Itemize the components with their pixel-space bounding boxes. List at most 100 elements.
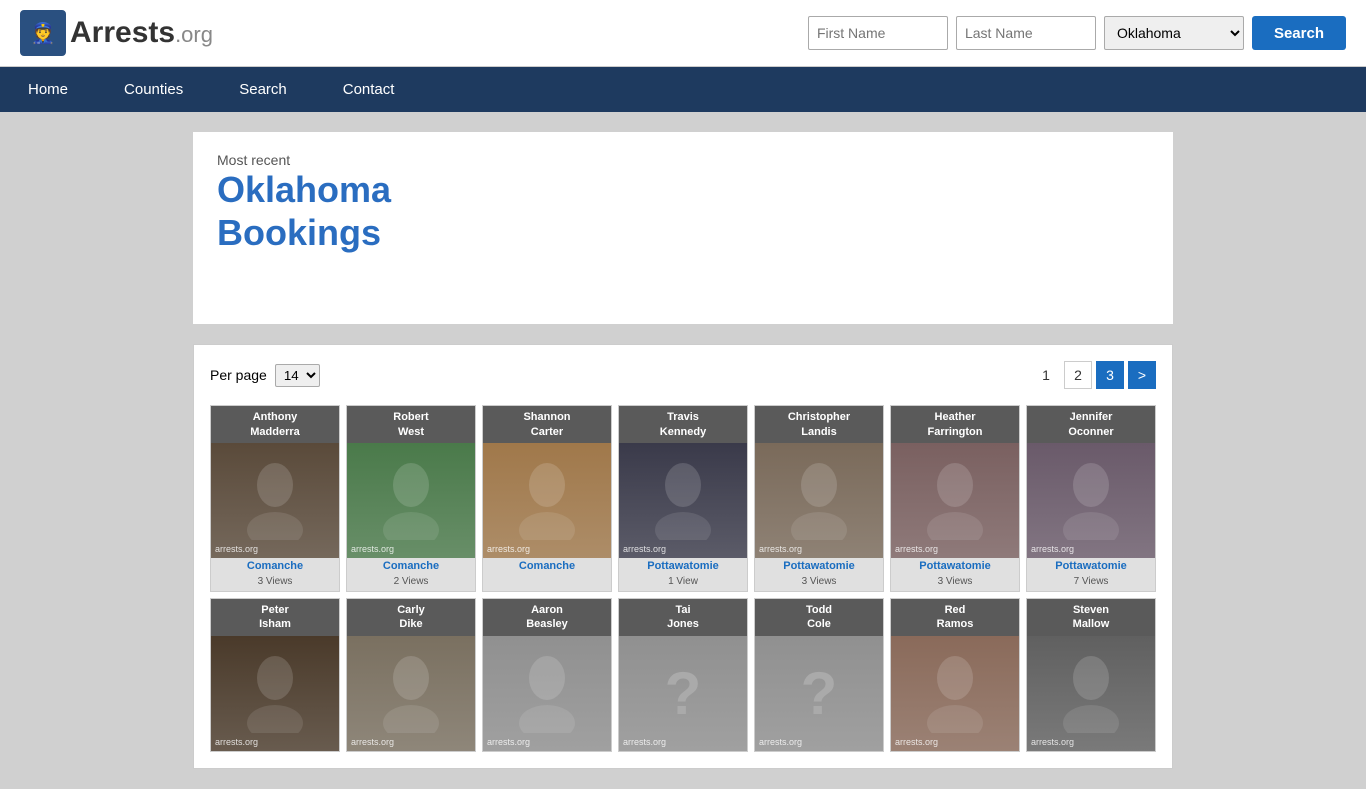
unknown-silhouette-icon: ? — [801, 659, 838, 728]
watermark-text: arrests.org — [351, 544, 394, 554]
person-silhouette-icon — [789, 460, 849, 540]
title-line2: Bookings — [217, 212, 381, 253]
logo-arrests: Arrests — [70, 16, 175, 49]
mugshot-card[interactable]: Todd Cole?arrests.org — [754, 598, 884, 752]
person-silhouette-icon — [245, 653, 305, 733]
page-title: Oklahoma Bookings — [217, 168, 1149, 254]
per-page-select[interactable]: 14 28 — [275, 364, 320, 387]
header: 👮 Arrests.org AlabamaAlaskaArizonaArkans… — [0, 0, 1366, 67]
page-1-label[interactable]: 1 — [1032, 361, 1060, 389]
mugshot-card[interactable]: Steven Mallow arrests.org — [1026, 598, 1156, 752]
per-page-label: Per page — [210, 367, 267, 383]
mugshot-county[interactable]: Pottawatomie — [781, 558, 857, 574]
watermark-text: arrests.org — [1031, 544, 1074, 554]
watermark-text: arrests.org — [895, 737, 938, 747]
watermark-text: arrests.org — [1031, 737, 1074, 747]
mugshot-card[interactable]: Aaron Beasley arrests.org — [482, 598, 612, 752]
watermark-text: arrests.org — [215, 737, 258, 747]
person-silhouette-icon — [517, 653, 577, 733]
person-silhouette-icon — [381, 460, 441, 540]
mugshot-name-top: Todd Cole — [755, 599, 883, 636]
mugshot-name-top: Christopher Landis — [755, 406, 883, 443]
watermark-text: arrests.org — [487, 737, 530, 747]
mugshot-card[interactable]: Peter Isham arrests.org — [210, 598, 340, 752]
mugshot-card[interactable]: Robert West arrests.org Comanche2 Views — [346, 405, 476, 592]
nav-counties[interactable]: Counties — [96, 67, 211, 112]
mugshot-county[interactable]: Pottawatomie — [1053, 558, 1129, 574]
page-2-link[interactable]: 2 — [1064, 361, 1092, 389]
mugshot-name-top: Aaron Beasley — [483, 599, 611, 636]
state-select[interactable]: AlabamaAlaskaArizonaArkansasCaliforniaCo… — [1104, 16, 1244, 50]
mugshot-card[interactable]: Heather Farrington arrests.org Pottawatom… — [890, 405, 1020, 592]
mugshot-photo: arrests.org — [347, 636, 475, 751]
mugshot-county[interactable]: Comanche — [381, 558, 441, 574]
mugshot-photo: arrests.org — [347, 443, 475, 558]
mugshot-card[interactable]: Carly Dike arrests.org — [346, 598, 476, 752]
mugshot-photo: arrests.org — [891, 636, 1019, 751]
watermark-text: arrests.org — [623, 544, 666, 554]
nav-search[interactable]: Search — [211, 67, 315, 112]
mugshot-card[interactable]: Christopher Landis arrests.org Pottawatom… — [754, 405, 884, 592]
person-silhouette-icon — [245, 460, 305, 540]
mugshot-card[interactable]: Shannon Carter arrests.orgComanche — [482, 405, 612, 592]
person-silhouette-icon — [925, 653, 985, 733]
mugshot-county[interactable]: Pottawatomie — [645, 558, 721, 574]
most-recent-label: Most recent — [217, 152, 1149, 168]
mugshot-photo: arrests.org — [619, 443, 747, 558]
logo[interactable]: 👮 Arrests.org — [20, 10, 213, 56]
title-section: Most recent Oklahoma Bookings — [193, 132, 1173, 324]
search-button[interactable]: Search — [1252, 16, 1346, 50]
mugshot-county[interactable]: Pottawatomie — [917, 558, 993, 574]
mugshot-card[interactable]: Travis Kennedy arrests.orgPottawatomie1 … — [618, 405, 748, 592]
last-name-input[interactable] — [956, 16, 1096, 50]
nav-home[interactable]: Home — [0, 67, 96, 112]
mugshot-name-top: Red Ramos — [891, 599, 1019, 636]
mugshot-photo: arrests.org — [891, 443, 1019, 558]
mugshot-card[interactable]: Red Ramos arrests.org — [890, 598, 1020, 752]
page-3-link[interactable]: 3 — [1096, 361, 1124, 389]
watermark-text: arrests.org — [487, 544, 530, 554]
mugshot-card[interactable]: Jennifer Oconner arrests.org Pottawatomie… — [1026, 405, 1156, 592]
watermark-text: arrests.org — [759, 544, 802, 554]
mugshot-card[interactable]: Tai Jones?arrests.org — [618, 598, 748, 752]
mugshot-name-top: Anthony Madderra — [211, 406, 339, 443]
watermark-text: arrests.org — [215, 544, 258, 554]
mugshot-county[interactable]: Comanche — [517, 558, 577, 574]
mugshot-name-top: Peter Isham — [211, 599, 339, 636]
mugshot-name-top: Travis Kennedy — [619, 406, 747, 443]
page-next-link[interactable]: > — [1128, 361, 1156, 389]
mugshot-name-top: Steven Mallow — [1027, 599, 1155, 636]
mugshot-name-top: Tai Jones — [619, 599, 747, 636]
first-name-input[interactable] — [808, 16, 948, 50]
mugshots-grid: Anthony Madderra arrests.orgComanche3 Vi… — [210, 405, 1156, 751]
person-silhouette-icon — [925, 460, 985, 540]
person-silhouette-icon — [653, 460, 713, 540]
search-form: AlabamaAlaskaArizonaArkansasCaliforniaCo… — [808, 16, 1346, 50]
mugshot-views: 7 Views — [1072, 574, 1111, 591]
mugshot-name-top: Robert West — [347, 406, 475, 443]
navigation: Home Counties Search Contact — [0, 67, 1366, 112]
mugshot-photo: arrests.org — [1027, 636, 1155, 751]
per-page-control: Per page 14 28 — [210, 364, 320, 387]
pagination: 1 2 3 > — [1032, 361, 1156, 389]
logo-suffix: .org — [175, 22, 213, 47]
mugshot-views: 3 Views — [800, 574, 839, 591]
unknown-silhouette-icon: ? — [665, 659, 702, 728]
mugshot-photo: arrests.org — [211, 443, 339, 558]
person-silhouette-icon — [1061, 460, 1121, 540]
logo-text: Arrests.org — [70, 16, 213, 50]
mugshot-photo: arrests.org — [211, 636, 339, 751]
mugshot-county[interactable]: Comanche — [245, 558, 305, 574]
nav-contact[interactable]: Contact — [315, 67, 423, 112]
mugshot-views: 2 Views — [392, 574, 431, 591]
mugshot-views: 3 Views — [936, 574, 975, 591]
mugshot-photo: ?arrests.org — [619, 636, 747, 751]
mugshot-name-top: Jennifer Oconner — [1027, 406, 1155, 443]
mugshot-card[interactable]: Anthony Madderra arrests.org Comanche3 Vi… — [210, 405, 340, 592]
mugshot-name-top: Heather Farrington — [891, 406, 1019, 443]
watermark-text: arrests.org — [895, 544, 938, 554]
mugshot-photo: arrests.org — [483, 636, 611, 751]
title-line1: Oklahoma — [217, 169, 391, 210]
main-content: Most recent Oklahoma Bookings Per page 1… — [183, 112, 1183, 789]
mugshot-views: 3 Views — [256, 574, 295, 591]
